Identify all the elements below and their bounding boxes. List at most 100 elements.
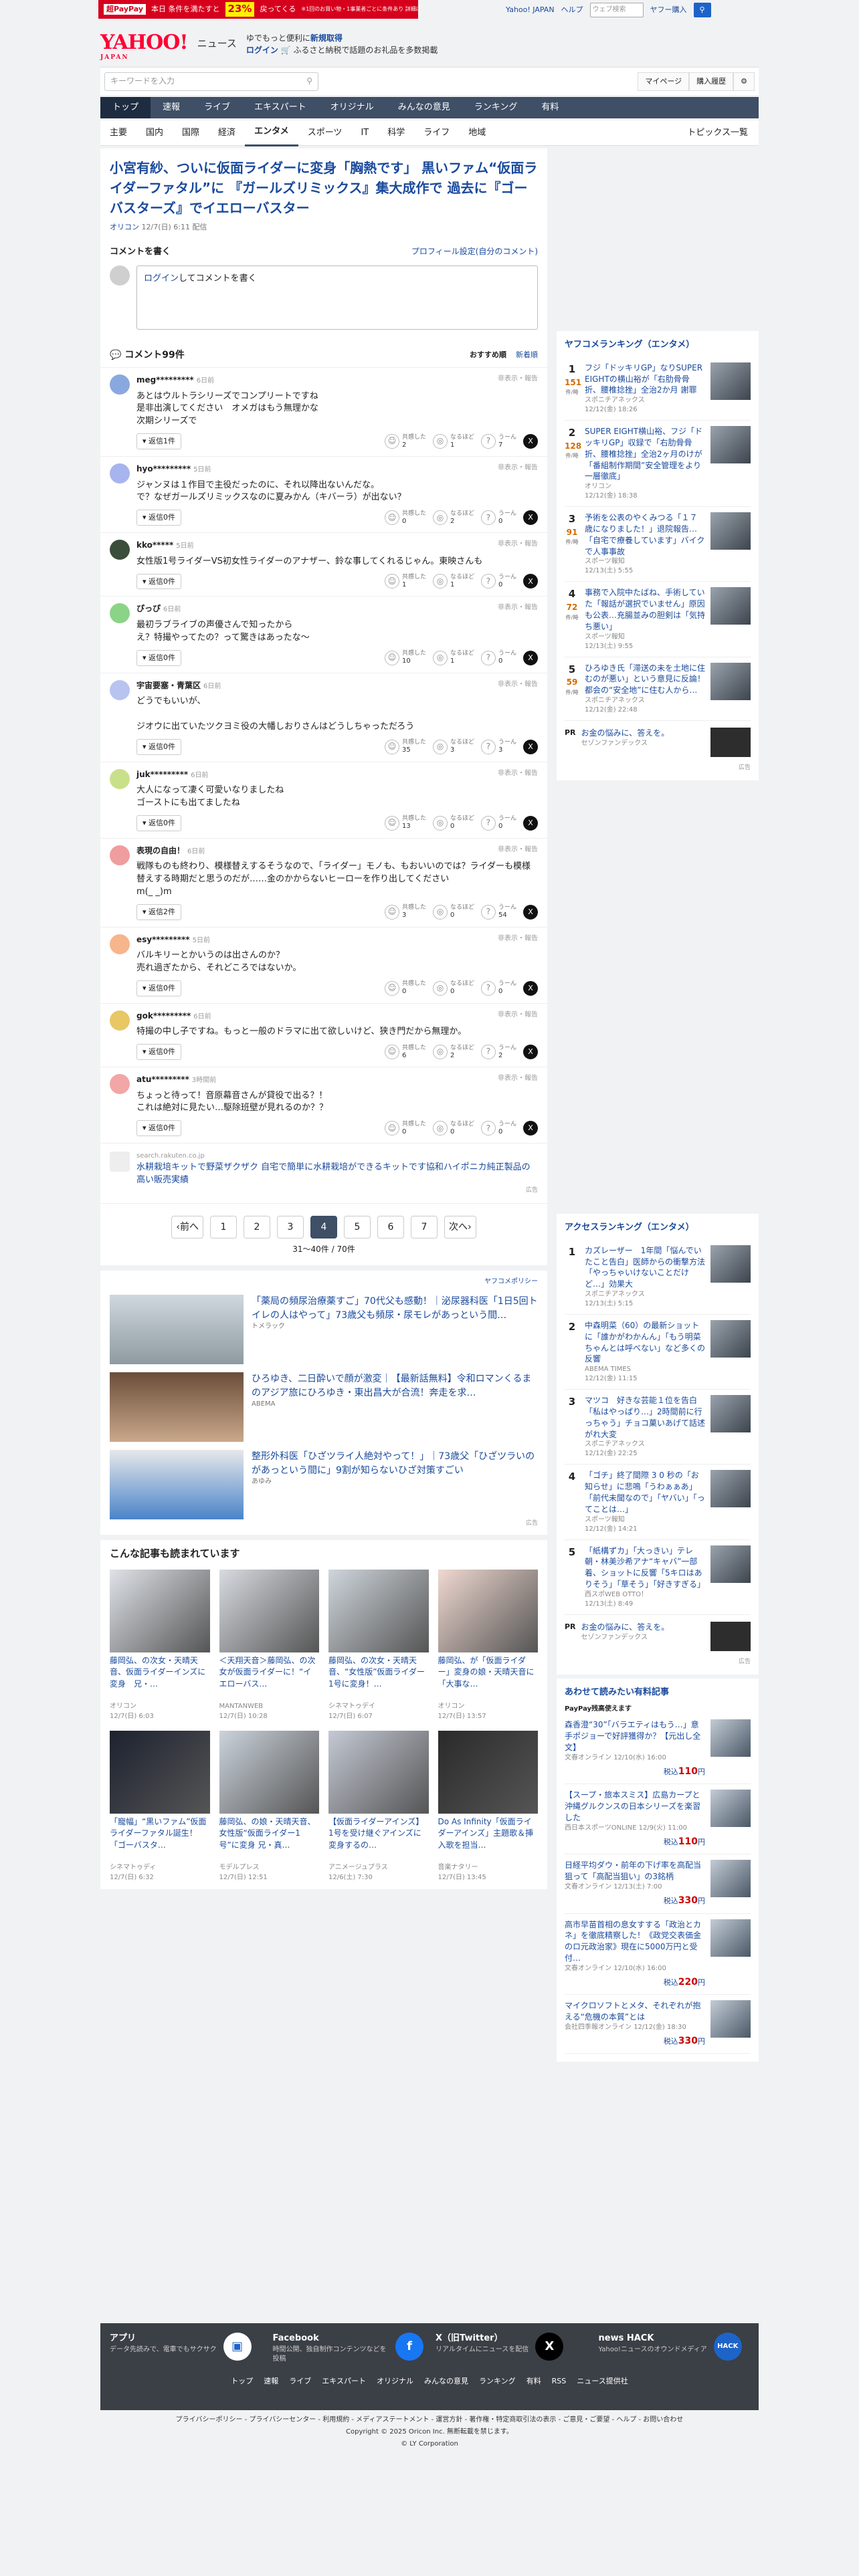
reply-button[interactable]: ▾ 返信1件	[136, 433, 182, 450]
tab-business[interactable]: 経済	[209, 120, 245, 146]
mypage-button[interactable]: マイページ	[638, 72, 690, 91]
page-4[interactable]: 4	[310, 1216, 337, 1239]
footer-nav-item[interactable]: ライブ	[289, 2376, 311, 2387]
footer-newshack[interactable]: news HACK Yahoo!ニュースのオウンドメディア HACK	[599, 2333, 750, 2364]
avatar[interactable]	[110, 540, 130, 560]
paid-item[interactable]: 【スープ・旅本スミス】広島カープと沖縄グルクンスの日本シリーズを楽習した 西日本ス…	[565, 1784, 751, 1855]
hmm-button[interactable]: ? うーん 0	[480, 1121, 516, 1136]
profile-link[interactable]: プロフィール設定(自分のコメント)	[411, 246, 538, 259]
hmm-button[interactable]: ? うーん 3	[480, 739, 516, 754]
tab-world[interactable]: 国際	[173, 120, 209, 146]
pr-item[interactable]: PR お金の悩みに、答えを。 セゾンファンデックス	[565, 721, 751, 764]
report-link[interactable]: 非表示・報告	[498, 934, 538, 946]
pr-item[interactable]: PR お金の悩みに、答えを。 セゾンファンデックス	[565, 1615, 751, 1658]
paid-item[interactable]: 高市早苗首相の息女すする「政治とカネ」を徹底精察した！《政党交表価金のロ元政治家…	[565, 1914, 751, 1996]
page-3[interactable]: 3	[277, 1216, 304, 1239]
empathy-button[interactable]: ☺ 共感した 0	[384, 980, 426, 996]
x-share-icon[interactable]: X	[523, 815, 538, 831]
comment-author[interactable]: kko***** 5日前	[136, 540, 194, 552]
related-item[interactable]: ＜天翔天音＞藤岡弘、の次女が仮面ライダーに！“イエローバス… MANTANWEB 1…	[219, 1570, 319, 1721]
hmm-button[interactable]: ? うーん 0	[480, 980, 516, 996]
report-link[interactable]: 非表示・報告	[498, 603, 538, 615]
x-share-icon[interactable]: X	[523, 739, 538, 754]
empathy-button[interactable]: ☺ 共感した 13	[384, 815, 426, 831]
avatar[interactable]	[110, 603, 130, 624]
reply-button[interactable]: ▾ 返信2件	[136, 903, 182, 920]
related-item[interactable]: Do As Infinity「仮面ライダーアインズ」主題歌＆挿入歌を担当… 音楽ナ…	[438, 1731, 538, 1883]
keyword-search-input[interactable]: キーワードを入力 ⚲	[104, 72, 318, 91]
author-name[interactable]: meg*********	[136, 375, 194, 385]
related-item[interactable]: 藤岡弘、の次女・天晴天音、“女性版”仮面ライダー1号に変身！… シネマトゥデイ 12…	[328, 1570, 429, 1721]
empathy-button[interactable]: ☺ 共感した 2	[384, 434, 426, 449]
footer-facebook[interactable]: Facebook 時間公開、独自制作コンテンツなどを投稿 f	[273, 2333, 423, 2364]
empathy-button[interactable]: ☺ 共感した 35	[384, 739, 426, 754]
web-search-input[interactable]: ウェブ検索	[589, 3, 644, 17]
empathy-button[interactable]: ☺ 共感した 3	[384, 904, 426, 920]
rec-item[interactable]: 整形外科医「ひざツライ人絶対やって！」｜73歳父「ひざツラいのがあっという間に」…	[110, 1450, 538, 1520]
understand-button[interactable]: ◎ なるほど 0	[432, 1121, 474, 1136]
x-share-icon[interactable]: X	[523, 1121, 538, 1136]
related-item[interactable]: 藤岡弘、の娘・天晴天音、女性版“仮面ライダー1号”に変身 兄・真… モデルプレス 1…	[219, 1731, 319, 1883]
footer-nav-item[interactable]: 速報	[264, 2376, 278, 2387]
comment-author[interactable]: hyo********* 5日前	[136, 463, 211, 475]
empathy-button[interactable]: ☺ 共感した 0	[384, 1121, 426, 1136]
avatar[interactable]	[110, 374, 130, 395]
report-link[interactable]: 非表示・報告	[498, 540, 538, 552]
avatar[interactable]	[110, 934, 130, 954]
author-name[interactable]: gok*********	[136, 1011, 191, 1021]
ranking-item[interactable]: 5 「紙構ずカ」「大っきい」テレ朝・林美沙希アナ“キャバ”一部着、ショットに反響「…	[565, 1540, 751, 1615]
related-item[interactable]: 【仮面ライダーアインズ】1号を受け継ぐアインズに変身するの… アニメージュプラス 1…	[328, 1731, 429, 1883]
author-name[interactable]: ぴっぴ	[136, 604, 161, 613]
comment-author[interactable]: gok********* 6日前	[136, 1010, 211, 1023]
ranking-item[interactable]: 3 91 件/時 予術を公表のやくみつる「１７歳になりました！」退院報告…「自宅で療養…	[565, 507, 751, 582]
empathy-button[interactable]: ☺ 共感した 10	[384, 650, 426, 665]
gnav-expert[interactable]: エキスパート	[242, 97, 318, 118]
author-name[interactable]: 宇宙要塞・青葉区	[136, 681, 201, 690]
article-source[interactable]: オリコン	[110, 223, 139, 231]
ad-row[interactable]: search.rakuten.co.jp 水耕栽培キットで野菜ザクザク 自宅で簡単…	[100, 1144, 547, 1204]
hmm-button[interactable]: ? うーん 0	[480, 650, 516, 665]
ranking-item[interactable]: 3 マツコ 好きな芸能１位を告白「私はやっぱり…」2時間前に行っちゃう」チョコ菓い…	[565, 1390, 751, 1465]
comment-author[interactable]: atu********* 3時間前	[136, 1074, 216, 1086]
footer-x[interactable]: X（旧Twitter） リアルタイムにニュースを配信 X	[436, 2333, 587, 2364]
footer-app[interactable]: アプリ データ先読みで、電車でもサクサク ▣	[110, 2333, 261, 2364]
sort-recommended[interactable]: おすすめ順	[470, 350, 506, 359]
paid-item[interactable]: 森香澄“30”「バラエティはもう…」意手ポジョーで好評獲得か？【元出し全文】 文春…	[565, 1714, 751, 1785]
empathy-button[interactable]: ☺ 共感した 0	[384, 510, 426, 526]
tab-life[interactable]: ライフ	[414, 120, 459, 146]
rec-item[interactable]: 「薬局の頻尿治療薬すご」70代父も感動！｜泌尿器科医「1日5回トイレの人はやって…	[110, 1295, 538, 1365]
understand-button[interactable]: ◎ なるほど 0	[432, 980, 474, 996]
buy-link[interactable]: ヤフー購入	[650, 5, 687, 15]
x-share-icon[interactable]: X	[523, 434, 538, 449]
yahoo-logo[interactable]: YAHOO! JAPAN	[100, 28, 189, 61]
understand-button[interactable]: ◎ なるほど 1	[432, 574, 474, 589]
avatar[interactable]	[110, 768, 130, 789]
gnav-top[interactable]: トップ	[100, 97, 151, 118]
gnav-original[interactable]: オリジナル	[318, 97, 386, 118]
gnav-live[interactable]: ライブ	[192, 97, 242, 118]
comment-author[interactable]: esy********* 5日前	[136, 934, 210, 946]
gnav-breaking[interactable]: 速報	[151, 97, 192, 118]
understand-button[interactable]: ◎ なるほど 1	[432, 434, 474, 449]
tab-main[interactable]: 主要	[100, 120, 136, 146]
paid-item[interactable]: 日経平均ダウ・前年の下げ率を高配当狙って「高配当狙い」の3銘柄 文春オンライン 1…	[565, 1854, 751, 1914]
understand-button[interactable]: ◎ なるほど 2	[432, 510, 474, 526]
related-item[interactable]: 「寵幅」“黒いファム”仮面ライダーファタル誕生！「ゴーバスタ… シネマトゥディ 12…	[110, 1731, 210, 1883]
reply-button[interactable]: ▾ 返信0件	[136, 1120, 182, 1137]
footer-nav-item[interactable]: RSS	[552, 2376, 567, 2387]
page-6[interactable]: 6	[377, 1216, 404, 1239]
hmm-button[interactable]: ? うーん 0	[480, 815, 516, 831]
gear-icon[interactable]: ⚙	[733, 72, 755, 91]
author-name[interactable]: atu*********	[136, 1075, 189, 1084]
avatar[interactable]	[110, 463, 130, 484]
understand-button[interactable]: ◎ なるほど 3	[432, 739, 474, 754]
ranking-item[interactable]: 5 59 件/時 ひろゆき氏「滞送の未を土地に住むのが悪い」という意見に反論！都会の“…	[565, 657, 751, 721]
comment-author[interactable]: 表現の自由！ 6日前	[136, 845, 205, 857]
understand-button[interactable]: ◎ なるほど 1	[432, 650, 474, 665]
comment-author[interactable]: ぴっぴ 6日前	[136, 603, 181, 615]
search-icon[interactable]: ⚲	[693, 3, 711, 17]
report-link[interactable]: 非表示・報告	[498, 1074, 538, 1086]
avatar[interactable]	[110, 1074, 130, 1095]
policy-link[interactable]: ヤフコメポリシー	[110, 1277, 538, 1287]
reply-button[interactable]: ▾ 返信0件	[136, 980, 182, 996]
